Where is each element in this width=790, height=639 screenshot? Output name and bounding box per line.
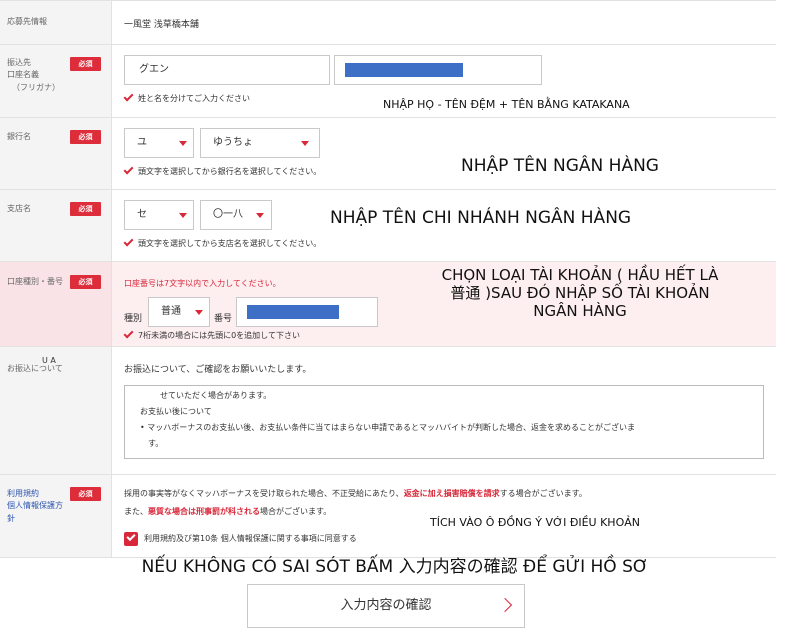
annotation-bank: NHẬP TÊN NGÂN HÀNG xyxy=(461,156,659,176)
account-number-label: 番号 xyxy=(214,311,232,324)
annotation-account: CHỌN LOẠI TÀI KHOẢN ( HẦU HẾT LÀ 普通 )SA… xyxy=(384,266,776,320)
account-number-row: 口座種別・番号 必須 口座番号は7文字以内で入力してください。 種別 普通 番号… xyxy=(0,262,776,347)
application-form: 応募先情報 一風堂 浅草橋本舗 振込先 口座名義 （フリガナ） 必須 グエン 姓… xyxy=(0,0,776,558)
dropdown-caret-icon xyxy=(179,141,187,146)
account-holder-row: 振込先 口座名義 （フリガナ） 必須 グエン 姓と名を分けてご入力ください NH… xyxy=(0,45,776,118)
redacted-account-number xyxy=(247,305,339,319)
name-hint: 姓と名を分けてご入力ください xyxy=(138,94,250,103)
privacy-policy-link[interactable]: 個人情報保護方 xyxy=(7,500,111,512)
dropdown-caret-icon xyxy=(179,213,187,218)
check-icon xyxy=(124,329,134,339)
account-hint: 7桁未満の場合には先頭に0を追加して下さい xyxy=(138,331,300,340)
transfer-notice-label: お振込について xyxy=(7,363,111,375)
transfer-notice-intro: お振込について、ご確認をお願いいたします。 xyxy=(124,362,311,375)
branch-row: 支店名 必須 セ 〇一八 頭文字を選択してから支店名を選択してください。 NHẬ… xyxy=(0,190,776,262)
check-icon xyxy=(124,237,134,247)
company-value: 一風堂 浅草橋本舗 xyxy=(124,17,199,30)
required-badge: 必須 xyxy=(70,57,101,71)
branch-initial-select[interactable]: セ xyxy=(124,200,194,230)
account-holder-label-2: 口座名義 xyxy=(7,69,111,81)
overlay-text: U A xyxy=(42,355,56,367)
check-icon xyxy=(124,165,134,175)
check-icon xyxy=(124,92,134,102)
terms-line-1: 採用の事実等がなくマッハボーナスを受け取られた場合、不正受給にあたり、返金に加え… xyxy=(124,488,587,499)
account-type-label-inline: 種別 xyxy=(124,311,142,324)
annotation-name: NHẬP HỌ - TÊN ĐỆM + TÊN BẰNG KATAKANA xyxy=(383,98,630,111)
bank-name-select[interactable]: ゆうちょ xyxy=(200,128,320,158)
terms-row: 利用規約 個人情報保護方 針 必須 採用の事実等がなくマッハボーナスを受け取られ… xyxy=(0,475,776,558)
redacted-first-name xyxy=(345,63,463,77)
required-badge: 必須 xyxy=(70,275,101,289)
required-badge: 必須 xyxy=(70,130,101,144)
privacy-policy-link-cont[interactable]: 針 xyxy=(7,513,111,525)
company-label: 応募先情報 xyxy=(0,1,112,44)
annotation-terms: TÍCH VÀO Ô ĐỒNG Ý VỚI ĐIỀU KHOẢN xyxy=(430,516,640,529)
bank-hint: 頭文字を選択してから銀行名を選択してください。 xyxy=(138,167,321,176)
confirm-input-button[interactable]: 入力内容の確認 xyxy=(247,584,525,628)
first-name-input[interactable] xyxy=(334,55,542,85)
dropdown-caret-icon xyxy=(301,141,309,146)
annotation-branch: NHẬP TÊN CHI NHÁNH NGÂN HÀNG xyxy=(330,208,631,228)
account-holder-label-3: （フリガナ） xyxy=(7,82,111,94)
bank-row: 銀行名 必須 ユ ゆうちょ 頭文字を選択してから銀行名を選択してください。 NH… xyxy=(0,118,776,190)
account-number-input[interactable] xyxy=(236,297,378,327)
transfer-notice-box: せていただく場合があります。 お支払い後について • マッハボーナスのお支払い後… xyxy=(124,385,764,459)
terms-line-2: また、悪質な場合は刑事罰が科される場合がございます。 xyxy=(124,506,331,517)
account-error-message: 口座番号は7文字以内で入力してください。 xyxy=(124,278,281,289)
branch-hint: 頭文字を選択してから支店名を選択してください。 xyxy=(138,239,321,248)
checkmark-icon xyxy=(126,532,135,541)
company-row: 応募先情報 一風堂 浅草橋本舗 xyxy=(0,1,776,45)
required-badge: 必須 xyxy=(70,487,101,501)
agree-label[interactable]: 利用規約及び第10条 個人情報保護に関する事項に同意する xyxy=(144,533,357,544)
required-badge: 必須 xyxy=(70,202,101,216)
dropdown-caret-icon xyxy=(195,310,203,315)
agree-checkbox[interactable] xyxy=(124,532,138,546)
bank-initial-select[interactable]: ユ xyxy=(124,128,194,158)
chevron-right-icon xyxy=(498,598,512,612)
branch-name-select[interactable]: 〇一八 xyxy=(200,200,272,230)
account-type-select[interactable]: 普通 xyxy=(148,297,210,327)
dropdown-caret-icon xyxy=(256,213,264,218)
annotation-submit: NẾU KHÔNG CÓ SAI SÓT BẤM 入力内容の確認 ĐỂ GỬI … xyxy=(0,552,790,577)
last-name-input[interactable]: グエン xyxy=(124,55,330,85)
